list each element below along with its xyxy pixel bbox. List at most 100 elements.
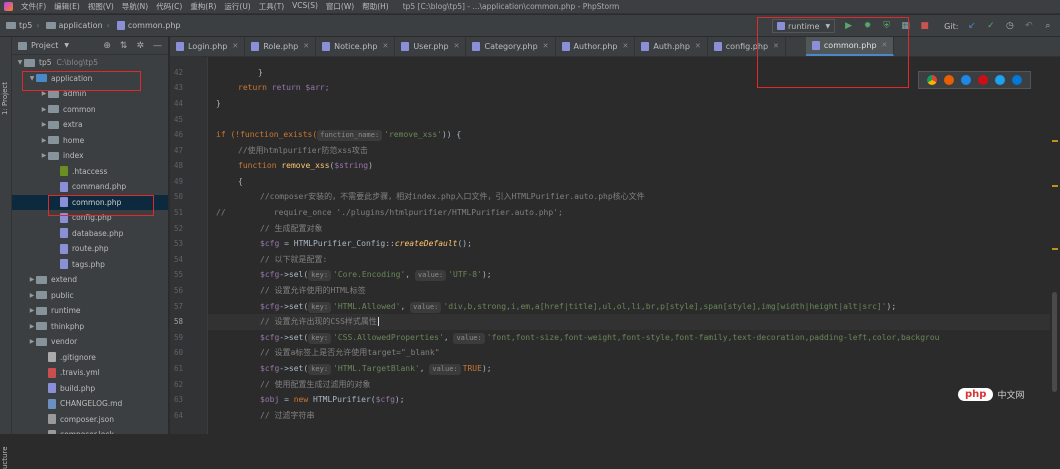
tree-item[interactable]: .travis.yml bbox=[12, 365, 168, 381]
menu-item[interactable]: 编辑(E) bbox=[54, 1, 80, 12]
tree-item[interactable]: ▶ index bbox=[12, 148, 168, 164]
chevron-right-icon[interactable]: ▶ bbox=[28, 276, 36, 283]
tree-item[interactable]: tags.php bbox=[12, 257, 168, 273]
stop-icon[interactable]: ■ bbox=[919, 21, 930, 32]
hide-icon[interactable]: — bbox=[153, 41, 162, 51]
tree-item[interactable]: composer.json bbox=[12, 412, 168, 428]
tree-item[interactable]: CHANGELOG.md bbox=[12, 396, 168, 412]
tree-item[interactable]: ▶vendor bbox=[12, 334, 168, 350]
gear-icon[interactable]: ✲ bbox=[136, 41, 144, 51]
firefox-icon[interactable] bbox=[944, 75, 954, 85]
project-view-select[interactable]: Project ▼ bbox=[18, 41, 69, 50]
tree-item[interactable]: ▶thinkphp bbox=[12, 319, 168, 335]
scrollbar-thumb[interactable] bbox=[1052, 292, 1057, 392]
tree-item-label: build.php bbox=[60, 384, 95, 393]
tree-item[interactable]: ▶runtime bbox=[12, 303, 168, 319]
editor-tab[interactable]: User.php✕ bbox=[395, 37, 466, 56]
tree-item-label: index bbox=[63, 151, 84, 160]
menu-item[interactable]: 工具(T) bbox=[259, 1, 284, 12]
structure-tool-button[interactable]: ucture bbox=[1, 447, 9, 469]
chevron-down-icon[interactable]: ▼ bbox=[16, 59, 24, 66]
highlight-box bbox=[22, 71, 141, 91]
locate-icon[interactable]: ⊕ bbox=[103, 41, 111, 51]
code-editor[interactable]: } return return $arr; } if (!function_ex… bbox=[208, 57, 1060, 434]
tree-item[interactable]: .gitignore bbox=[12, 350, 168, 366]
code-line: if (!function_exists(function_name:'remo… bbox=[216, 127, 461, 143]
close-icon[interactable]: ✕ bbox=[232, 42, 238, 50]
menu-item[interactable]: 重构(R) bbox=[190, 1, 216, 12]
breadcrumb-item-file[interactable]: common.php bbox=[128, 21, 181, 30]
warning-marker[interactable] bbox=[1052, 185, 1058, 187]
tab-label: Category.php bbox=[484, 42, 537, 51]
git-commit-icon[interactable]: ✓ bbox=[985, 21, 996, 32]
menu-item[interactable]: 视图(V) bbox=[88, 1, 114, 12]
line-number: 42 bbox=[163, 68, 183, 77]
chevron-right-icon[interactable]: ▶ bbox=[28, 338, 36, 345]
chevron-right-icon[interactable]: ▶ bbox=[40, 137, 48, 144]
folder-icon bbox=[24, 59, 35, 67]
close-icon[interactable]: ✕ bbox=[543, 42, 549, 50]
php-file-icon bbox=[48, 383, 56, 393]
tree-item[interactable]: ▶extend bbox=[12, 272, 168, 288]
md-file-icon bbox=[48, 399, 56, 409]
revert-icon[interactable]: ↶ bbox=[1023, 21, 1034, 32]
editor-tab[interactable]: Auth.php✕ bbox=[635, 37, 707, 56]
tree-item[interactable]: database.php bbox=[12, 226, 168, 242]
chevron-right-icon[interactable]: ▶ bbox=[28, 323, 36, 330]
warning-marker[interactable] bbox=[1052, 248, 1058, 250]
edge-icon[interactable] bbox=[1012, 75, 1022, 85]
tree-item[interactable]: ▶common bbox=[12, 102, 168, 118]
editor-tab[interactable]: Login.php✕ bbox=[170, 37, 245, 56]
tree-item[interactable]: command.php bbox=[12, 179, 168, 195]
warning-marker[interactable] bbox=[1052, 140, 1058, 142]
editor-tab[interactable]: Notice.php✕ bbox=[316, 37, 395, 56]
tree-item[interactable]: ▶public bbox=[12, 288, 168, 304]
project-tool-button[interactable]: 1: Project bbox=[1, 82, 9, 115]
search-icon[interactable]: ⌕ bbox=[1042, 21, 1053, 32]
safari-icon[interactable] bbox=[961, 75, 971, 85]
line-number: 49 bbox=[163, 177, 183, 186]
tree-item[interactable]: composer.lock bbox=[12, 427, 168, 434]
history-icon[interactable]: ◷ bbox=[1004, 21, 1015, 32]
close-icon[interactable]: ✕ bbox=[303, 42, 309, 50]
tree-item[interactable]: ▼tp5C:\blog\tp5 bbox=[12, 55, 168, 71]
tree-item[interactable]: route.php bbox=[12, 241, 168, 257]
close-icon[interactable]: ✕ bbox=[623, 42, 629, 50]
opera-icon[interactable] bbox=[978, 75, 988, 85]
php-file-icon bbox=[641, 42, 649, 51]
editor-tab[interactable]: Category.php ✕ bbox=[466, 37, 555, 56]
menu-item[interactable]: 代码(C) bbox=[156, 1, 182, 12]
menu-item[interactable]: 帮助(H) bbox=[362, 1, 389, 12]
chevron-right-icon[interactable]: ▶ bbox=[28, 292, 36, 299]
tree-item[interactable]: ▶ extra bbox=[12, 117, 168, 133]
breadcrumb-item-application[interactable]: application bbox=[59, 21, 103, 30]
line-number: 53 bbox=[163, 239, 183, 248]
menu-item[interactable]: 导航(N) bbox=[122, 1, 148, 12]
tree-item[interactable]: build.php bbox=[12, 381, 168, 397]
chevron-right-icon[interactable]: ▶ bbox=[40, 90, 48, 97]
close-icon[interactable]: ✕ bbox=[382, 42, 388, 50]
chevron-right-icon[interactable]: ▶ bbox=[40, 121, 48, 128]
close-icon[interactable]: ✕ bbox=[695, 42, 701, 50]
close-icon[interactable]: ✕ bbox=[454, 42, 460, 50]
folder-icon bbox=[48, 152, 59, 160]
git-update-icon[interactable]: ↙ bbox=[966, 21, 977, 32]
ie-icon[interactable] bbox=[995, 75, 1005, 85]
editor-tab[interactable]: Role.php✕ bbox=[245, 37, 316, 56]
menu-item[interactable]: 窗口(W) bbox=[326, 1, 354, 12]
chevron-right-icon[interactable]: ▶ bbox=[40, 106, 48, 113]
collapse-all-icon[interactable]: ⇅ bbox=[120, 41, 128, 51]
tree-item-label: extra bbox=[63, 120, 83, 129]
menu-item[interactable]: VCS(S) bbox=[292, 1, 318, 12]
menu-item[interactable]: 运行(U) bbox=[224, 1, 250, 12]
chevron-down-icon: ▼ bbox=[64, 42, 69, 49]
tree-item[interactable]: .htaccess bbox=[12, 164, 168, 180]
menu-item[interactable]: 文件(F) bbox=[21, 1, 46, 12]
parameter-hint: function_name: bbox=[317, 130, 382, 141]
breadcrumb-item-tp5[interactable]: tp5 bbox=[19, 21, 32, 30]
editor-tab[interactable]: Author.php✕ bbox=[556, 37, 636, 56]
tree-item[interactable]: ▶home bbox=[12, 133, 168, 149]
chevron-right-icon[interactable]: ▶ bbox=[28, 307, 36, 314]
chrome-icon[interactable] bbox=[927, 75, 937, 85]
chevron-right-icon[interactable]: ▶ bbox=[40, 152, 48, 159]
